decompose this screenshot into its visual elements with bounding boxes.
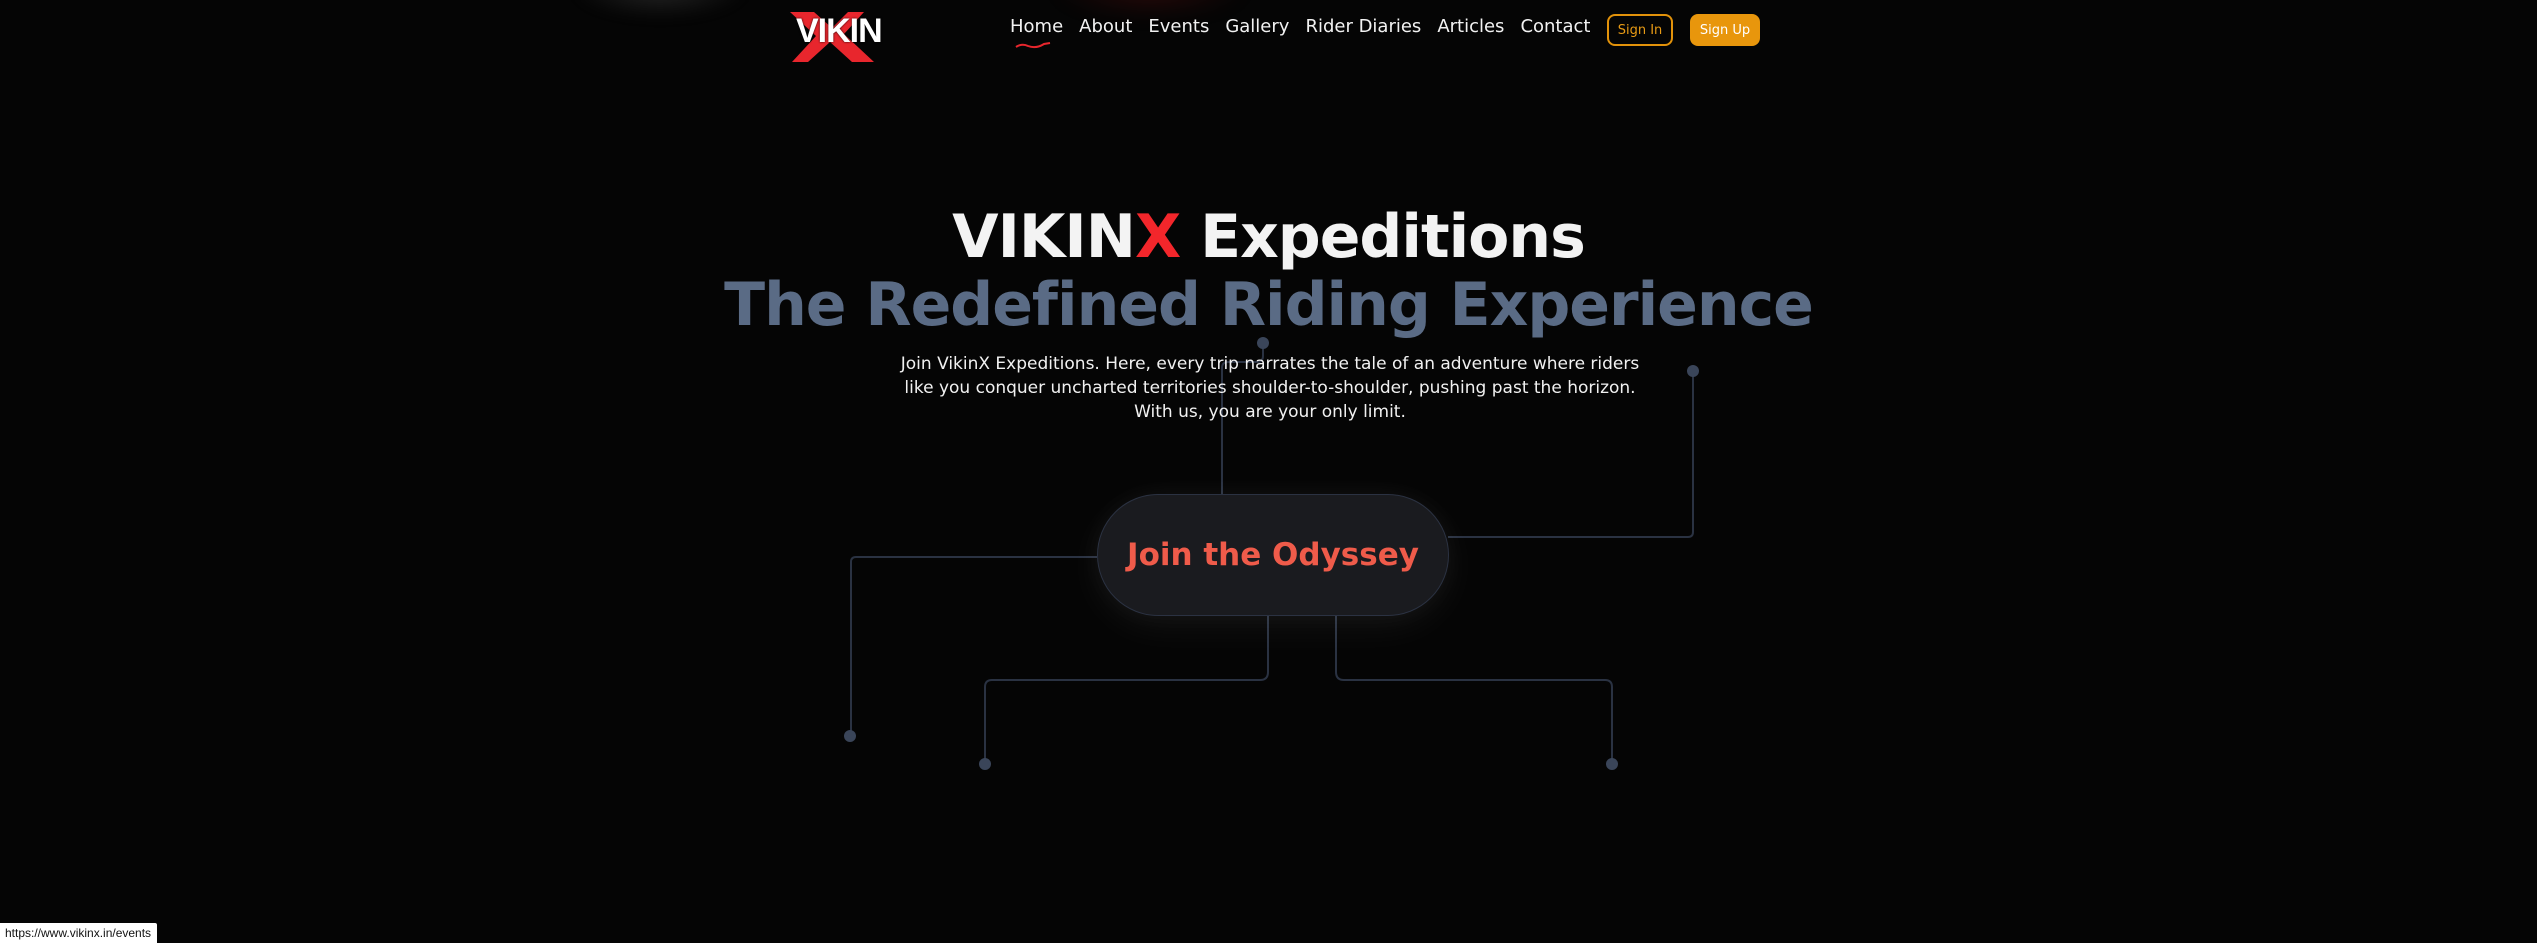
nav-item-events[interactable]: Events [1148, 16, 1209, 37]
nav-item-label: Events [1148, 16, 1210, 37]
hero-title: VIKINX Expeditions [0, 202, 2537, 272]
status-bar-url: https://www.vikinx.in/events [0, 923, 158, 943]
top-navbar: VIKIN Home About Events Gallery Rider Di… [0, 0, 2537, 62]
nav-item-gallery[interactable]: Gallery [1225, 16, 1289, 37]
hero-description: Join VikinX Expeditions. Here, every tri… [900, 352, 1640, 424]
logo-text: VIKIN [796, 12, 883, 50]
hero-subtitle: The Redefined Riding Experience [724, 270, 1814, 340]
nav-item-contact[interactable]: Contact [1520, 16, 1590, 37]
active-underline-icon [1015, 42, 1051, 49]
circuit-node [844, 730, 856, 742]
nav-item-articles[interactable]: Articles [1437, 16, 1504, 37]
vikinx-logo[interactable]: VIKIN [786, 6, 883, 62]
nav-item-label: Rider Diaries [1305, 16, 1422, 37]
hero-title-brand: VIKIN [952, 202, 1136, 272]
join-the-odyssey-button[interactable]: Join the Odyssey [1097, 494, 1449, 616]
main-menu: Home About Events Gallery Rider Diaries … [1010, 16, 1606, 49]
circuit-node [1687, 365, 1699, 377]
circuit-decoration [844, 337, 1699, 770]
hero-title-brand-x: X [1134, 202, 1181, 272]
circuit-node [979, 758, 991, 770]
nav-item-rider-diaries[interactable]: Rider Diaries [1305, 16, 1421, 37]
hero-description-line: With us, you are your only limit. [1134, 402, 1406, 422]
sign-up-button[interactable]: Sign Up [1690, 14, 1760, 46]
nav-item-home[interactable]: Home [1010, 16, 1064, 49]
hero-description-line: like you conquer uncharted territories s… [904, 378, 1636, 398]
sign-in-button[interactable]: Sign In [1607, 14, 1673, 46]
hero-title-rest: Expeditions [1180, 202, 1586, 272]
nav-item-label: Contact [1520, 16, 1591, 37]
nav-item-label: About [1079, 16, 1133, 37]
nav-item-about[interactable]: About [1079, 16, 1132, 37]
nav-item-label: Home [1010, 16, 1064, 37]
circuit-node [1606, 758, 1618, 770]
nav-item-label: Articles [1437, 16, 1505, 37]
hero-description-line: Join VikinX Expeditions. Here, every tri… [900, 354, 1640, 374]
nav-item-label: Gallery [1225, 16, 1290, 37]
